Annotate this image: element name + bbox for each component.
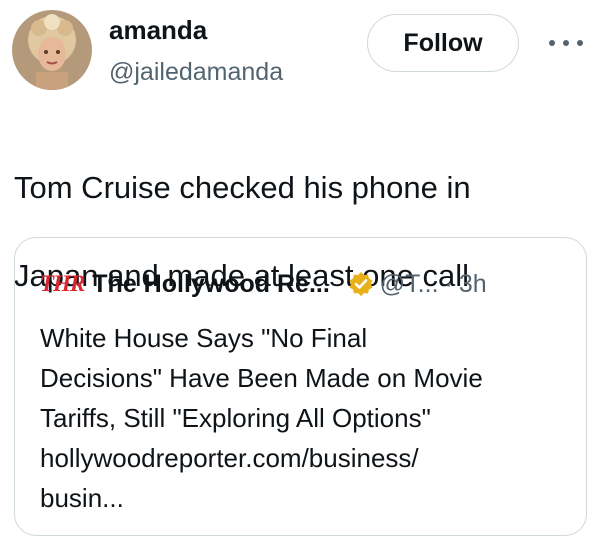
- header-separator: ·: [444, 269, 453, 298]
- author-display-name[interactable]: amanda: [109, 14, 207, 46]
- gold-verified-icon: [349, 272, 373, 296]
- author-avatar[interactable]: [12, 10, 92, 90]
- author-handle[interactable]: @jailedamanda: [109, 56, 283, 88]
- quoted-tweet-header: THR The Hollywood Re... @T... · 3h: [40, 267, 487, 301]
- more-horizontal-icon[interactable]: [549, 30, 583, 56]
- quoted-text-line: Tariffs, Still "Exploring All Options": [40, 403, 431, 433]
- quoted-timestamp[interactable]: 3h: [459, 270, 487, 299]
- quoted-text-line: Decisions" Have Been Made on Movie: [40, 363, 483, 393]
- follow-button[interactable]: Follow: [367, 14, 519, 72]
- quoted-tweet-body: White House Says "No Final Decisions" Ha…: [40, 318, 570, 518]
- thr-logo: THR: [40, 271, 85, 296]
- quoted-author-name[interactable]: The Hollywood Re...: [92, 270, 330, 299]
- quoted-tweet[interactable]: THR The Hollywood Re... @T... · 3h White…: [14, 237, 587, 536]
- quoted-link-line[interactable]: hollywoodreporter.com/business/: [40, 438, 570, 478]
- more-dot: [549, 40, 555, 46]
- tweet-card: amanda @jailedamanda Follow Tom Cruise c…: [0, 0, 600, 551]
- quoted-author-handle[interactable]: @T...: [380, 270, 439, 299]
- quoted-text-line: White House Says "No Final: [40, 323, 368, 353]
- quoted-link-line[interactable]: busin...: [40, 478, 570, 518]
- more-dot: [577, 40, 583, 46]
- more-dot: [563, 40, 569, 46]
- avatar-image: [12, 10, 92, 90]
- tweet-text-line: Tom Cruise checked his phone in: [14, 170, 471, 205]
